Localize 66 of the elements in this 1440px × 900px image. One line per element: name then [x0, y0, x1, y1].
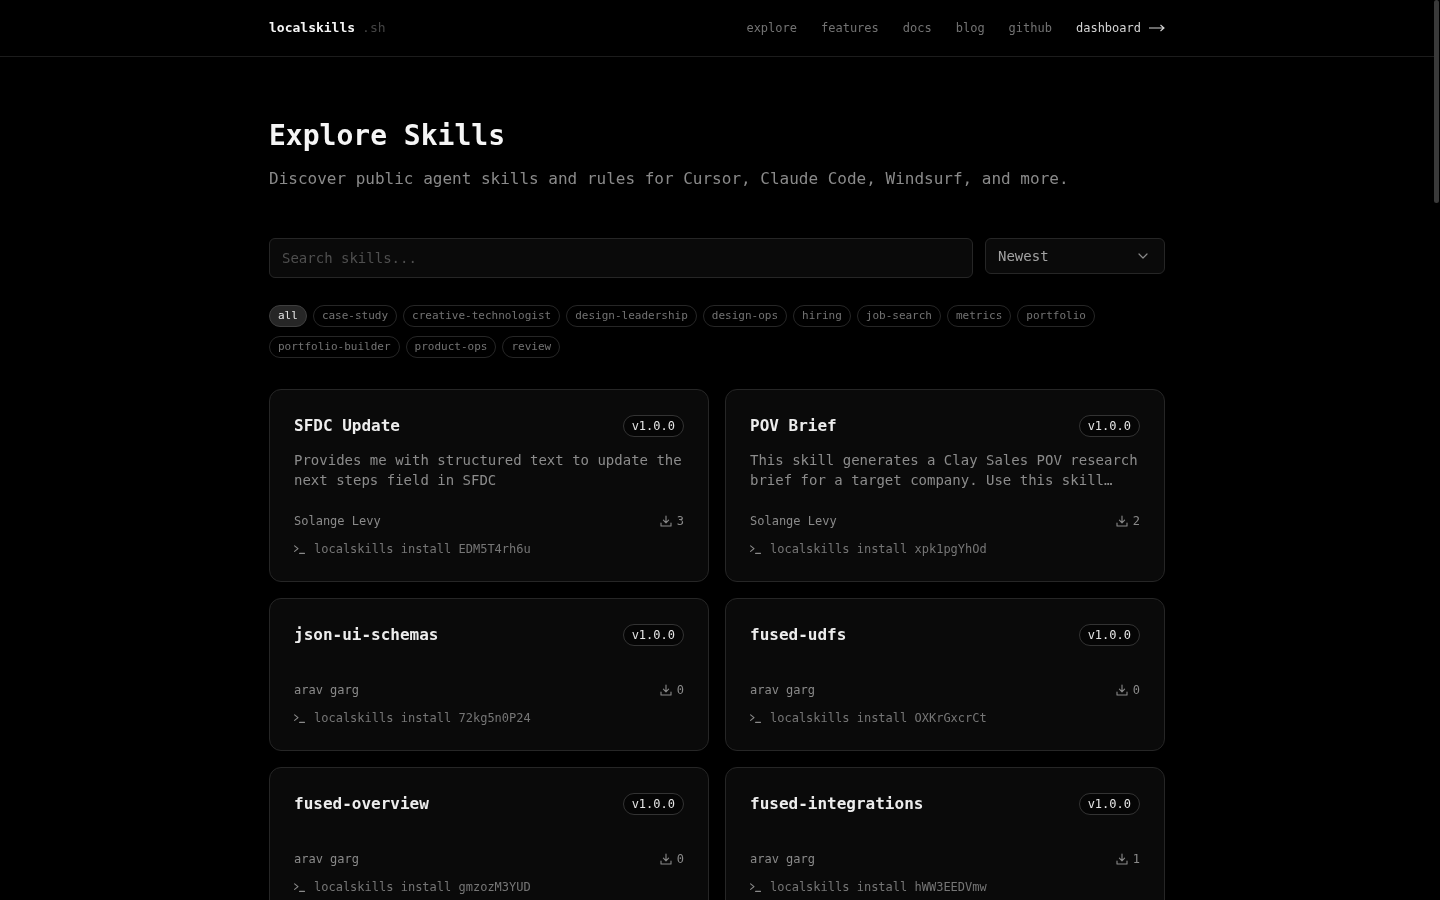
sort-dropdown[interactable]: Newest: [985, 238, 1165, 274]
author-name: arav garg: [750, 851, 816, 867]
terminal-icon: [294, 882, 305, 892]
nav-link[interactable]: docs: [902, 20, 932, 36]
terminal-icon: [294, 713, 305, 723]
skill-title: fused-integrations: [750, 793, 924, 815]
skill-card[interactable]: SFDC Update v1.0.0 Provides me with structured text to update the next steps field in SFDC Solange Levy 3 localskills install EDM5T4rh6u: [269, 389, 709, 582]
skill-card[interactable]: POV Brief v1.0.0 This skill generates a Clay Sales POV research brief for a target company. Use this skill… Solange Levy 2 localskills install xpk1pgYhOd: [725, 389, 1165, 582]
version-badge: v1.0.0: [622, 415, 684, 437]
scrollbar-thumb[interactable]: [1434, 0, 1439, 203]
install-command: localskills install gmzozM3YUD: [314, 879, 531, 895]
author-name: arav garg: [750, 682, 816, 698]
install-command: localskills install OXKrGxcrCt: [770, 710, 987, 726]
skill-card[interactable]: fused-udfs v1.0.0 arav garg 0 localskills install OXKrGxcrCt: [725, 598, 1165, 751]
version-badge: v1.0.0: [1078, 415, 1140, 437]
version-badge: v1.0.0: [1078, 624, 1140, 646]
install-command: localskills install hWW3EEDVmw: [770, 879, 987, 895]
logo-text[interactable]: localskills: [269, 19, 356, 37]
skill-title: fused-udfs: [750, 624, 847, 646]
download-count: 0: [1132, 682, 1140, 698]
author-name: Solange Levy: [294, 513, 381, 529]
terminal-icon: [750, 882, 761, 892]
terminal-icon: [294, 544, 305, 554]
download-count: 0: [676, 682, 684, 698]
terminal-icon: [750, 544, 761, 554]
author-name: Solange Levy: [750, 513, 837, 529]
skill-card[interactable]: json-ui-schemas v1.0.0 arav garg 0 localskills install 72kg5n0P24: [269, 598, 709, 751]
logo-suffix: .sh: [362, 19, 386, 37]
download-icon: [1115, 684, 1128, 696]
download-count: 3: [676, 513, 684, 529]
download-icon: [659, 853, 672, 865]
terminal-icon: [750, 713, 761, 723]
skill-card[interactable]: fused-overview v1.0.0 arav garg 0 localskills install gmzozM3YUD: [269, 767, 709, 900]
download-count: 0: [676, 851, 684, 867]
nav-link[interactable]: blog: [955, 20, 985, 36]
skill-card[interactable]: fused-integrations v1.0.0 arav garg 1 localskills install hWW3EEDVmw: [725, 767, 1165, 900]
install-command: localskills install EDM5T4rh6u: [314, 541, 531, 557]
author-name: arav garg: [294, 682, 360, 698]
download-count: 1: [1132, 851, 1140, 867]
nav-link[interactable]: features: [821, 20, 879, 36]
nav-link[interactable]: github: [1008, 20, 1052, 36]
download-icon: [1115, 853, 1128, 865]
version-badge: v1.0.0: [622, 624, 684, 646]
nav-link[interactable]: explore: [746, 20, 797, 36]
install-command: localskills install xpk1pgYhOd: [770, 541, 987, 557]
skill-title: POV Brief: [750, 415, 837, 437]
search-field[interactable]: Search skills...: [269, 238, 973, 278]
skill-title: json-ui-schemas: [294, 624, 439, 646]
author-name: arav garg: [294, 851, 360, 867]
skill-title: SFDC Update: [294, 415, 400, 437]
download-count: 2: [1132, 513, 1140, 529]
download-icon: [659, 515, 672, 527]
page-title: Explore Skills: [269, 119, 506, 153]
tag-chip[interactable]: all: [269, 305, 307, 327]
arrow-right-icon: [1149, 24, 1165, 32]
download-icon: [659, 684, 672, 696]
skill-description: Provides me with structured text to update the next steps field in SFDC: [294, 451, 683, 490]
version-badge: v1.0.0: [1078, 793, 1140, 815]
skill-description: This skill generates a Clay Sales POV research brief for a target company. Use this skill…: [750, 451, 1139, 490]
page-subtitle: Discover public agent skills and rules for Cursor, Claude Code, Windsurf, and more.: [269, 168, 1070, 190]
dashboard-link[interactable]: dashboard: [1075, 20, 1165, 36]
version-badge: v1.0.0: [622, 793, 684, 815]
skill-title: fused-overview: [294, 793, 429, 815]
download-icon: [1115, 515, 1128, 527]
chevron-down-icon: [1138, 253, 1148, 259]
install-command: localskills install 72kg5n0P24: [314, 710, 531, 726]
